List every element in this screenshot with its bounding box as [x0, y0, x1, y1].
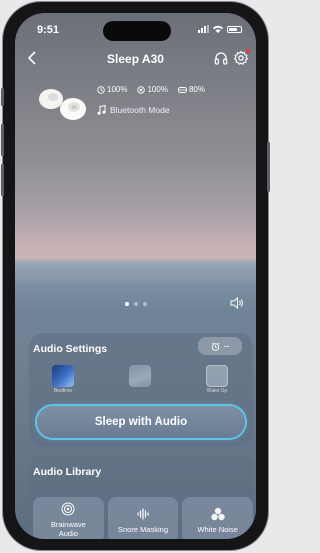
wakeup-thumbnail	[206, 365, 228, 387]
top-bar: Sleep A30	[15, 49, 256, 69]
volume-icon[interactable]	[230, 297, 244, 309]
wifi-icon	[213, 25, 223, 33]
white-noise-label: White Noise	[197, 524, 238, 534]
clock-icon	[97, 85, 105, 94]
case-icon	[137, 85, 146, 94]
snore-masking-label: Snore Masking	[117, 524, 169, 534]
brainwave-label-line2: Audio	[58, 529, 78, 538]
audio-settings-tiles: Bedtime Wake Up	[35, 365, 245, 394]
app-screen: 9:51 Sleep A30 100% 100% 80% Bluetooth M…	[15, 13, 256, 539]
music-note-icon	[97, 105, 106, 115]
brainwave-icon	[61, 502, 75, 516]
signal-icon	[198, 25, 209, 33]
audio-settings-title: Audio Settings	[33, 343, 108, 355]
mode-label: Bluetooth Mode	[110, 105, 170, 115]
soundwave-icon	[137, 507, 149, 520]
tile-wakeup-label: Wake Up	[206, 388, 228, 394]
tile-bedtime-label: Bedtime	[53, 388, 73, 394]
phone-frame: 9:51 Sleep A30 100% 100% 80% Bluetooth M…	[1, 2, 270, 550]
battery-case-icon	[177, 86, 187, 93]
headphones-icon[interactable]	[214, 51, 228, 65]
white-noise-icon	[210, 507, 225, 520]
bedtime-thumbnail	[52, 365, 74, 387]
battery-icon	[227, 25, 242, 33]
stat-case: 80%	[177, 85, 205, 94]
battery-stats: 100% 100% 80%	[97, 85, 205, 94]
volume-down-button	[1, 164, 4, 196]
connection-mode: Bluetooth Mode	[97, 105, 170, 115]
stat-left: 100%	[97, 85, 127, 94]
notification-dot	[246, 49, 250, 53]
stat-case-value: 80%	[188, 85, 205, 94]
audio-library-title: Audio Library	[33, 466, 102, 478]
page-indicator[interactable]	[15, 302, 256, 306]
status-time: 9:51	[37, 24, 60, 36]
page-dot[interactable]	[133, 302, 138, 306]
stat-right-value: 100%	[147, 85, 168, 94]
earbuds-image	[39, 89, 86, 120]
audio-library-list: Brainwave Audio Snore Masking White Nois…	[33, 497, 254, 539]
middle-thumbnail	[129, 365, 151, 387]
page-dot[interactable]	[142, 302, 147, 306]
action-button	[1, 88, 4, 106]
brainwave-audio-button[interactable]: Brainwave Audio	[33, 497, 104, 539]
status-bar: 9:51	[15, 23, 256, 39]
alarm-icon	[211, 341, 219, 351]
power-button	[267, 142, 270, 192]
white-noise-button[interactable]: White Noise	[182, 497, 254, 539]
timer-value: --	[223, 341, 230, 351]
brainwave-label-line1: Brainwave	[50, 520, 86, 529]
snore-masking-button[interactable]: Snore Masking	[107, 497, 179, 539]
page-dot-active[interactable]	[124, 302, 129, 306]
volume-up-button	[1, 124, 4, 156]
tile-middle[interactable]	[112, 365, 168, 394]
stat-left-value: 100%	[107, 85, 128, 94]
sleep-with-audio-button[interactable]: Sleep with Audio	[37, 406, 245, 438]
stat-right: 100%	[137, 85, 168, 94]
tile-wakeup[interactable]: Wake Up	[189, 365, 245, 394]
tile-bedtime[interactable]: Bedtime	[35, 365, 91, 394]
timer-button[interactable]: --	[198, 337, 242, 355]
